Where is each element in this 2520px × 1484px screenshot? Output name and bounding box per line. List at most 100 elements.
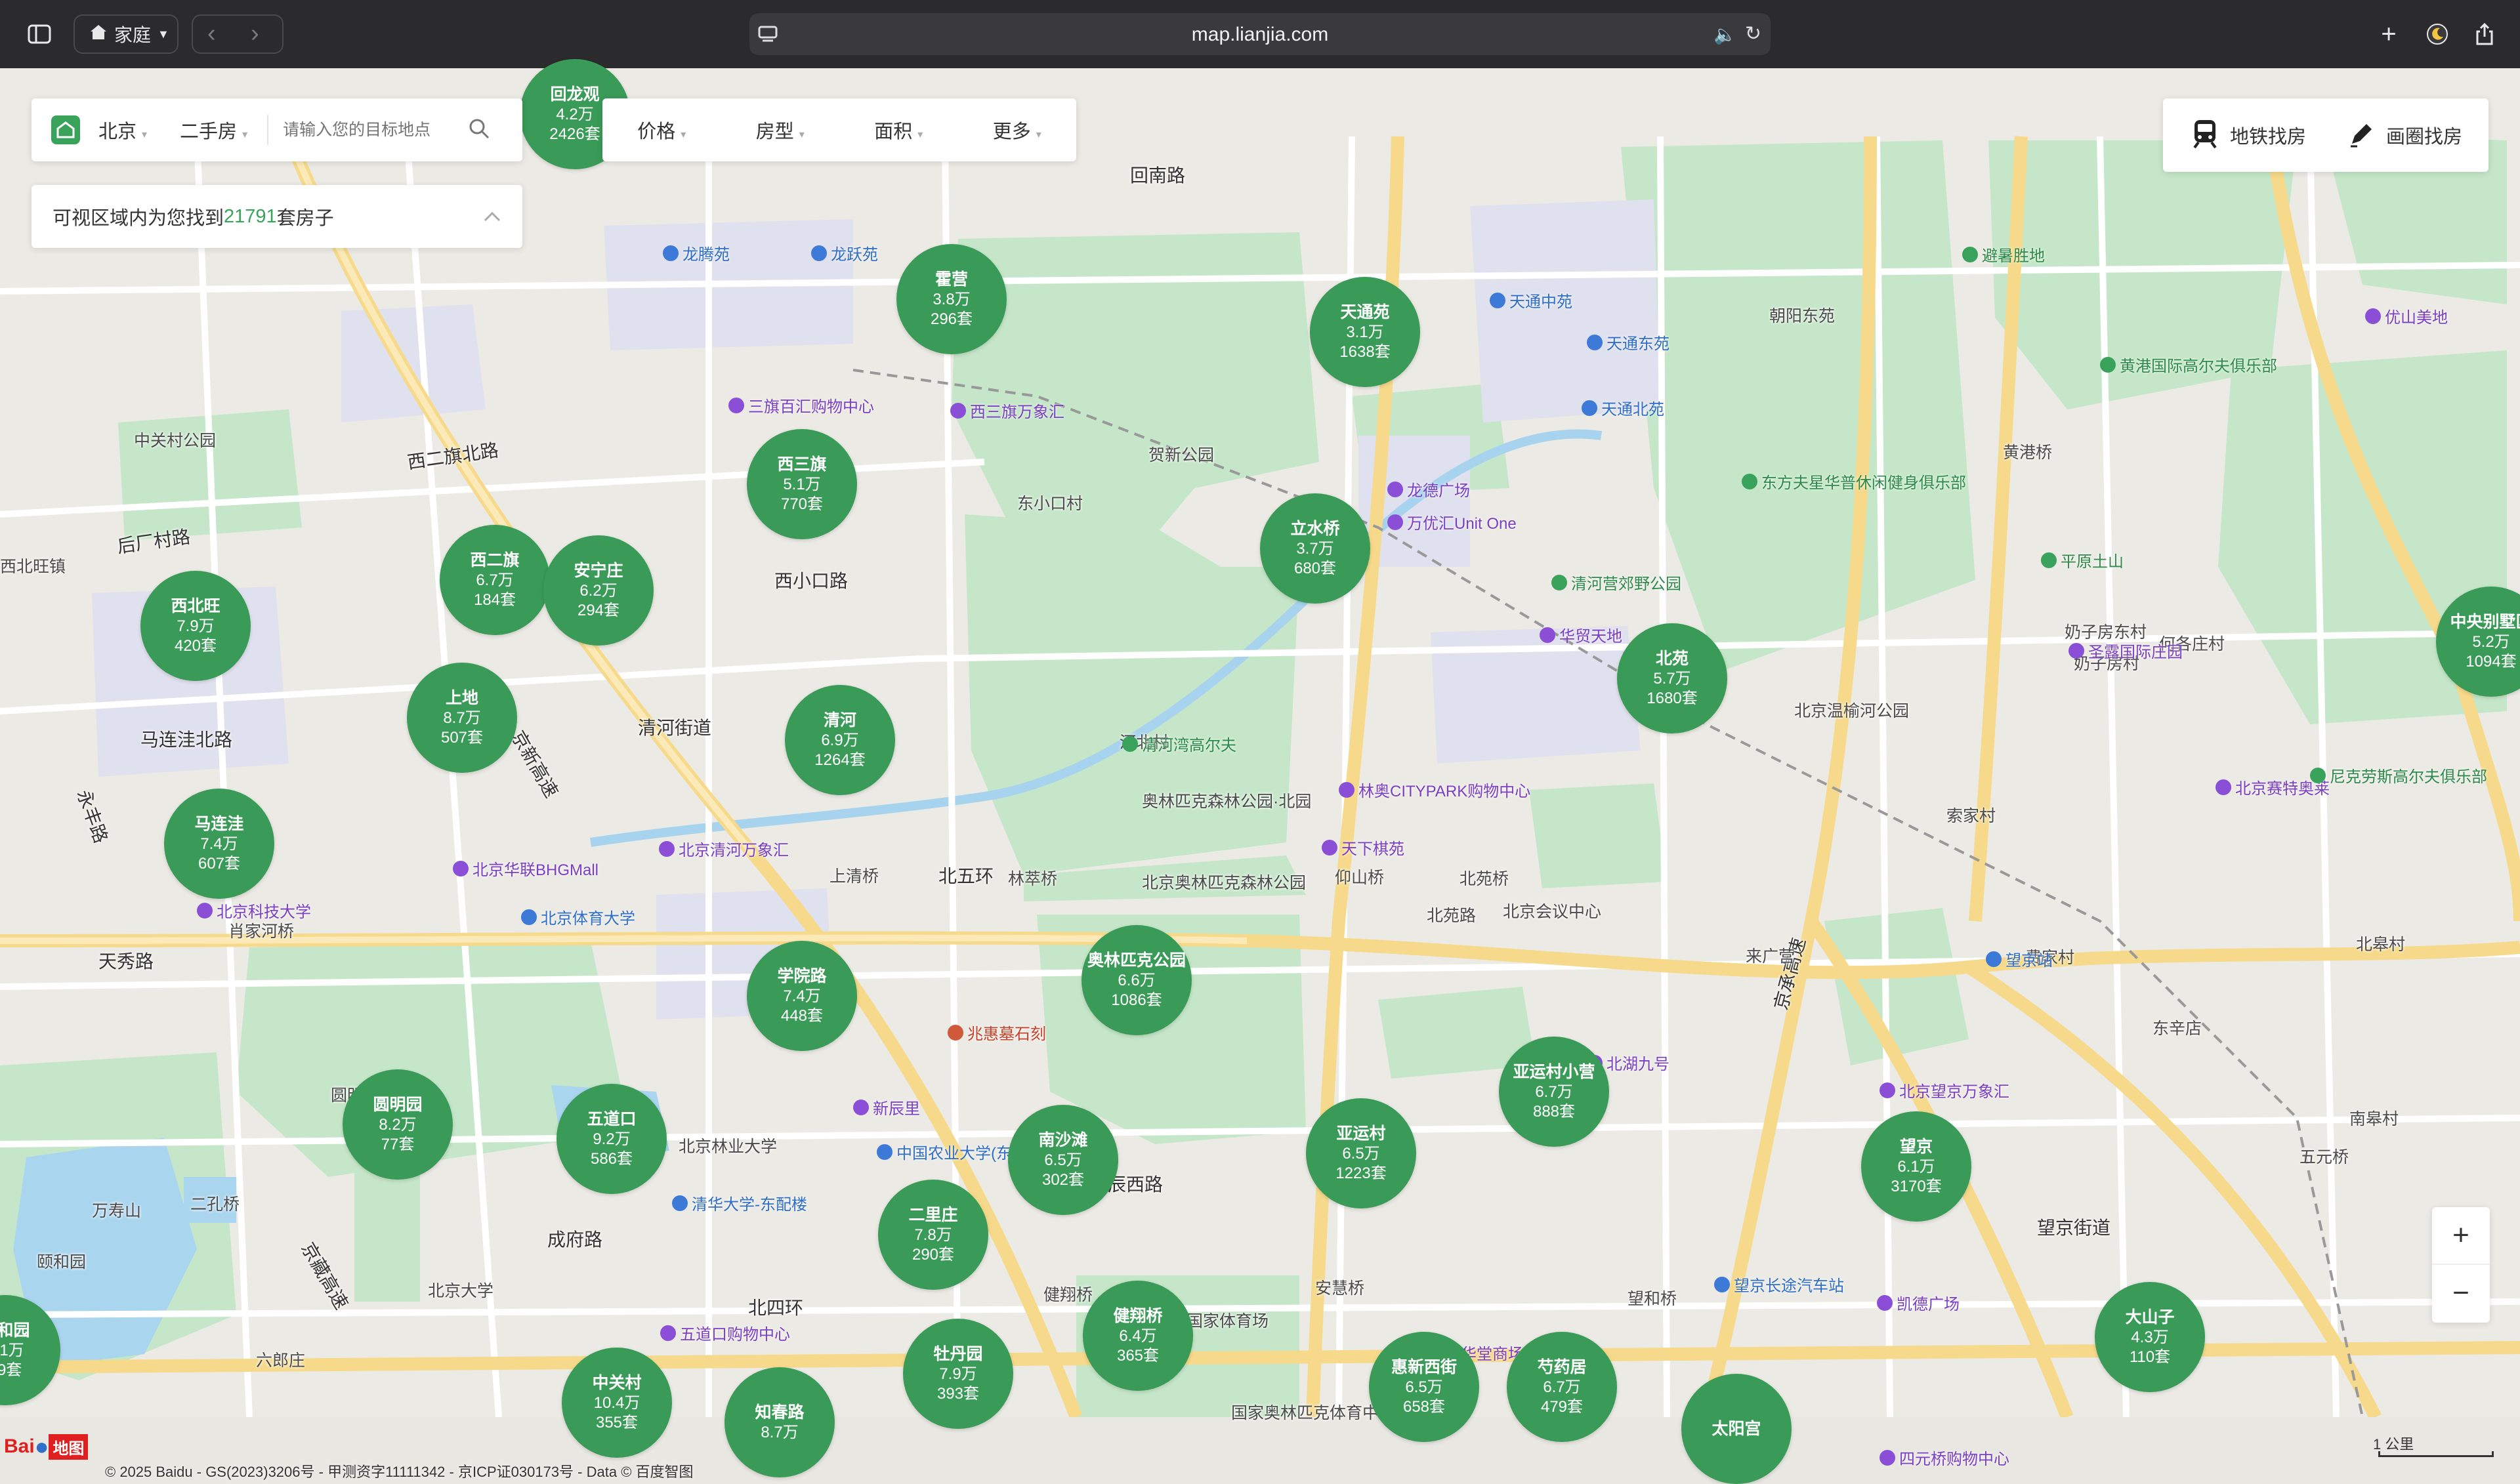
- poi-marker[interactable]: 优山美地: [2365, 304, 2448, 327]
- road-label: 成府路: [547, 1229, 603, 1250]
- poi-marker[interactable]: 天通北苑: [1582, 396, 1664, 419]
- listing-cluster[interactable]: 大山子 4.3万 110套: [2095, 1282, 2205, 1392]
- map-canvas[interactable]: 北五环 北四环 西二旗北路 后厂村路 马连洼北路 西小口路 清河街道 成府路 望…: [0, 59, 2520, 1484]
- poi-marker[interactable]: 凯德广场: [1877, 1291, 1960, 1314]
- area-label: 贺新公园: [1148, 446, 1215, 464]
- poi-marker[interactable]: 龙德广场: [1387, 478, 1470, 501]
- listing-cluster[interactable]: 北苑 5.7万 1680套: [1617, 623, 1727, 733]
- forward-icon[interactable]: ›: [251, 20, 259, 48]
- collapse-icon[interactable]: [483, 206, 501, 228]
- listing-cluster[interactable]: 立水桥 3.7万 680套: [1260, 493, 1370, 604]
- zoom-in-button[interactable]: +: [2432, 1207, 2490, 1265]
- listing-cluster[interactable]: 圆明园 8.2万 77套: [343, 1069, 453, 1180]
- city-selector[interactable]: 北京 ▾: [98, 116, 147, 144]
- poi-marker[interactable]: 北京望京万象汇: [1880, 1079, 2009, 1102]
- poi-marker[interactable]: 北京科技大学: [197, 899, 311, 922]
- address-bar[interactable]: map.lianjia.com 🔈 ↻: [749, 13, 1771, 55]
- sidebar-toggle-icon[interactable]: [26, 21, 52, 47]
- area-label: 北京温榆河公园: [1794, 702, 1910, 720]
- search-input[interactable]: [282, 119, 455, 140]
- area-label: 健翔桥: [1043, 1286, 1093, 1304]
- draw-search-button[interactable]: 画圈找房: [2348, 120, 2462, 151]
- listing-cluster[interactable]: 西北旺 7.9万 420套: [140, 571, 251, 681]
- poi-marker[interactable]: 清河湾高尔夫: [1122, 732, 1236, 755]
- poi-marker[interactable]: 尼克劳斯高尔夫俱乐部: [2310, 764, 2487, 787]
- golf-icon: [2310, 767, 2326, 783]
- shopping-icon: [1877, 1294, 1893, 1311]
- poi-marker[interactable]: 天通中苑: [1490, 289, 1572, 312]
- poi-marker[interactable]: 北京华联BHGMall: [453, 857, 598, 880]
- zoom-out-button[interactable]: −: [2432, 1265, 2490, 1321]
- listing-cluster[interactable]: 知春路 8.7万: [724, 1367, 835, 1477]
- dark-mode-icon[interactable]: [2424, 21, 2450, 47]
- listing-cluster[interactable]: 上地 8.7万 507套: [407, 663, 517, 773]
- poi-marker[interactable]: 华贸天地: [1540, 623, 1622, 646]
- poi-marker[interactable]: 平原土山: [2041, 548, 2124, 571]
- listing-cluster[interactable]: 亚运村 6.5万 1223套: [1306, 1098, 1416, 1208]
- listing-cluster[interactable]: 牡丹园 7.9万 393套: [903, 1319, 1013, 1429]
- new-tab-icon[interactable]: +: [2376, 20, 2402, 49]
- listing-cluster[interactable]: 惠新西街 6.5万 658套: [1369, 1332, 1479, 1442]
- listing-cluster[interactable]: 健翔桥 6.4万 365套: [1083, 1281, 1193, 1391]
- poi-marker[interactable]: 三旗百汇购物中心: [728, 394, 874, 417]
- poi-marker[interactable]: 天下棋苑: [1322, 836, 1404, 859]
- poi-marker[interactable]: 龙腾苑: [663, 241, 730, 264]
- listing-cluster[interactable]: 太阳宫: [1681, 1374, 1792, 1484]
- listing-cluster[interactable]: 学院路 7.4万 448套: [747, 941, 857, 1051]
- listing-cluster[interactable]: 二里庄 7.8万 290套: [878, 1180, 988, 1290]
- poi-marker[interactable]: 新辰里: [853, 1096, 920, 1119]
- listing-cluster[interactable]: 南沙滩 6.5万 302套: [1008, 1105, 1118, 1215]
- baidu-logo: Bai ● 地图: [4, 1430, 101, 1463]
- listing-cluster[interactable]: 西二旗 6.7万 184套: [440, 525, 550, 635]
- search-icon[interactable]: [468, 117, 490, 143]
- subway-search-button[interactable]: 地铁找房: [2192, 119, 2306, 152]
- park-icon: [1742, 473, 1757, 489]
- poi-marker[interactable]: 黄港国际高尔夫俱乐部: [2100, 353, 2277, 376]
- poi-marker[interactable]: 林奥CITYPARK购物中心: [1339, 778, 1530, 801]
- listing-cluster[interactable]: 奥林匹克公园 6.6万 1086套: [1082, 925, 1192, 1035]
- listing-cluster[interactable]: 马连洼 7.4万 607套: [164, 789, 274, 899]
- back-icon[interactable]: ‹: [207, 20, 216, 48]
- reload-icon[interactable]: ↻: [1745, 22, 1761, 45]
- filter-area[interactable]: 面积 ▾: [874, 116, 923, 144]
- audio-icon[interactable]: 🔈: [1713, 24, 1736, 45]
- filter-layout[interactable]: 房型 ▾: [756, 116, 805, 144]
- listing-cluster[interactable]: 西三旗 5.1万 770套: [747, 429, 857, 539]
- poi-marker[interactable]: 西三旗万象汇: [950, 399, 1064, 422]
- filter-price[interactable]: 价格 ▾: [637, 116, 686, 144]
- area-label: 仰山桥: [1335, 869, 1385, 887]
- tab-group-label: 家庭: [114, 25, 152, 45]
- poi-marker[interactable]: 五道口购物中心: [660, 1321, 790, 1344]
- poi-marker[interactable]: 清华大学-东配楼: [672, 1191, 807, 1214]
- poi-marker[interactable]: 北京体育大学: [521, 905, 635, 928]
- browser-toolbar: 家庭 ▼ ‹ › map.lianjia.com 🔈 ↻ +: [0, 0, 2520, 68]
- poi-marker[interactable]: 北京清河万象汇: [659, 837, 789, 860]
- listing-cluster[interactable]: 天通苑 3.1万 1638套: [1310, 277, 1420, 387]
- listing-cluster[interactable]: 清河 6.9万 1264套: [785, 685, 895, 795]
- listing-cluster[interactable]: 亚运村小营 6.7万 888套: [1499, 1037, 1609, 1147]
- poi-marker[interactable]: 天通东苑: [1587, 331, 1670, 354]
- listing-cluster[interactable]: 中关村 10.4万 355套: [562, 1348, 672, 1458]
- poi-marker[interactable]: 万优汇Unit One: [1387, 510, 1517, 533]
- map-copyright: © 2025 Baidu - GS(2023)3206号 - 甲测资字11111…: [105, 1464, 694, 1480]
- tab-group-selector[interactable]: 家庭 ▼: [74, 14, 178, 54]
- listing-cluster[interactable]: 霍营 3.8万 296套: [896, 244, 1007, 354]
- house-type-selector[interactable]: 二手房 ▾: [180, 116, 247, 144]
- poi-marker[interactable]: 东方夫星华普休闲健身俱乐部: [1742, 470, 1966, 493]
- listing-cluster[interactable]: 安宁庄 6.2万 294套: [543, 535, 654, 646]
- poi-marker[interactable]: 龙跃苑: [811, 241, 878, 264]
- poi-marker[interactable]: 四元桥购物中心: [1880, 1446, 2009, 1469]
- poi-marker[interactable]: 兆惠墓石刻: [948, 1021, 1046, 1044]
- share-icon[interactable]: [2471, 21, 2498, 47]
- listing-cluster[interactable]: 芍药居 6.7万 479套: [1507, 1332, 1617, 1442]
- poi-marker[interactable]: 避暑胜地: [1962, 243, 2045, 266]
- area-label: 中关村公园: [134, 432, 217, 450]
- listing-cluster[interactable]: 五道口 9.2万 586套: [556, 1084, 667, 1194]
- poi-marker[interactable]: 清河营郊野公园: [1551, 571, 1681, 594]
- poi-marker[interactable]: 望京长途汽车站: [1714, 1273, 1844, 1296]
- road-label: 天秀路: [98, 951, 154, 972]
- listing-cluster[interactable]: 望京 6.1万 3170套: [1861, 1111, 1971, 1222]
- poi-marker[interactable]: 圣露国际庄园: [2068, 639, 2183, 662]
- filter-more[interactable]: 更多 ▾: [993, 116, 1041, 144]
- poi-marker[interactable]: 望京站: [1986, 947, 2053, 970]
